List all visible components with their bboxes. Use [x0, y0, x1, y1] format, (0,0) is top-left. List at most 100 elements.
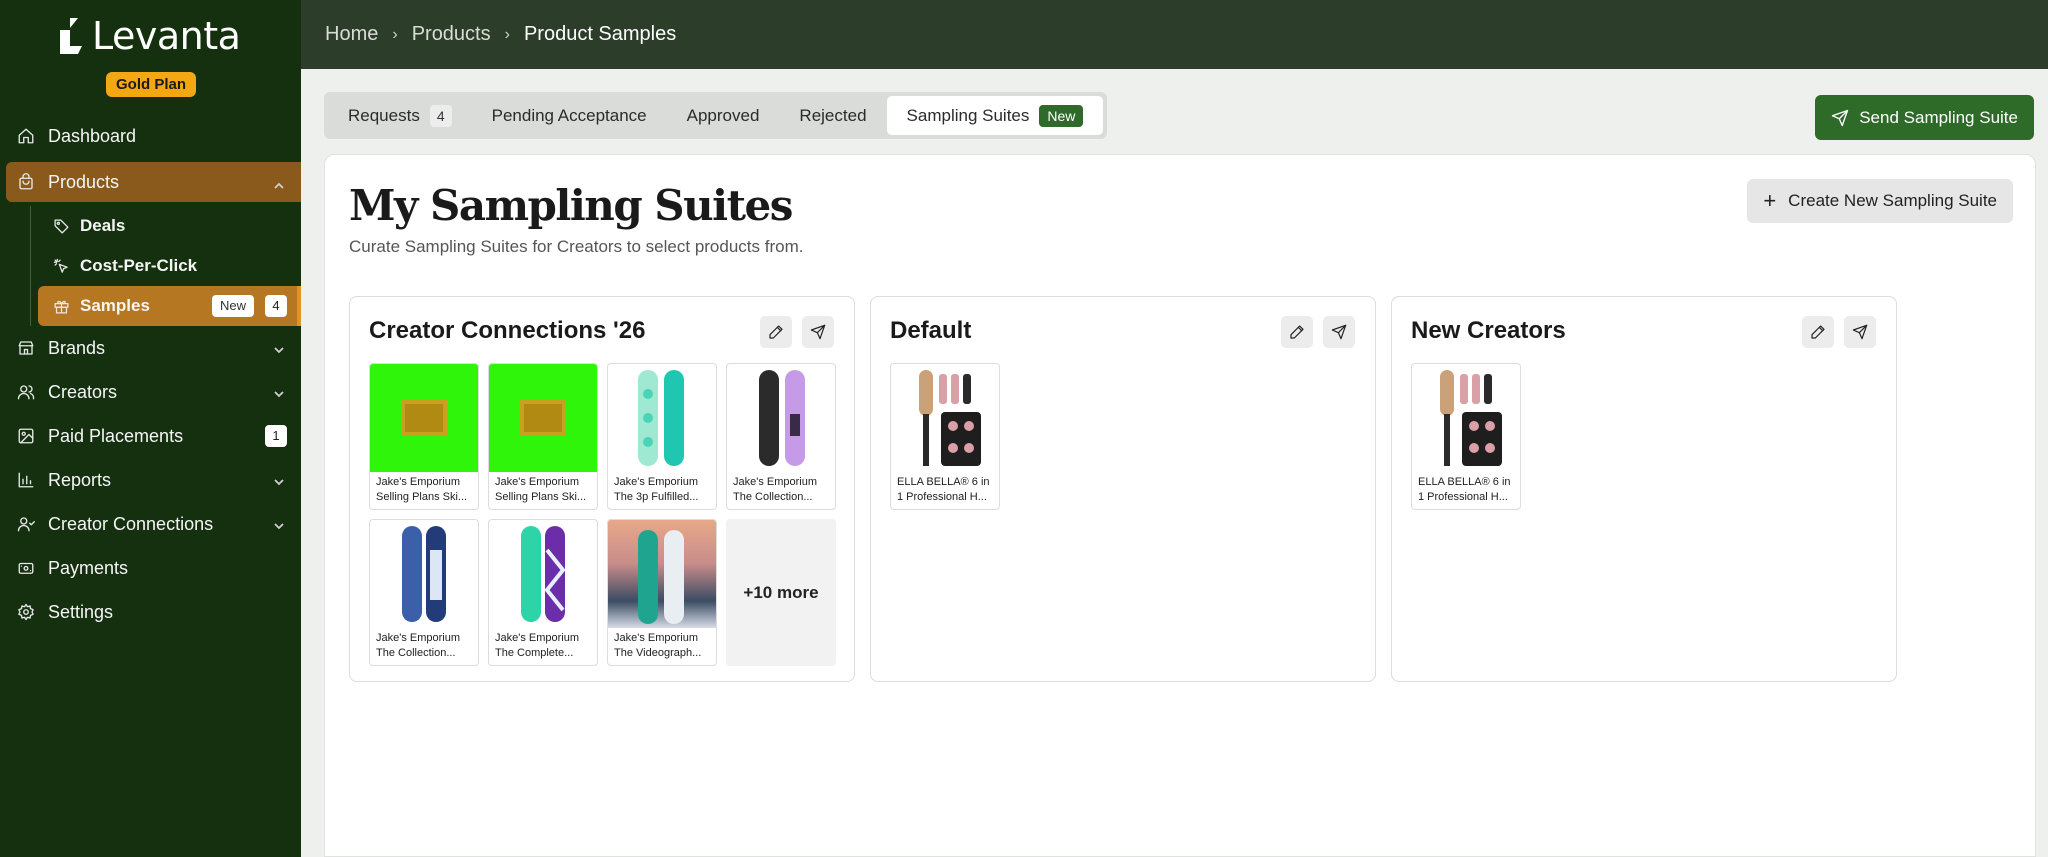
tab-sampling-suites[interactable]: Sampling Suites New	[886, 96, 1104, 135]
suite-card[interactable]: Default ELLA BELLA® 6 in 1 Professional H…	[870, 296, 1376, 682]
chevron-down-icon	[273, 384, 287, 398]
sidebar-item-samples[interactable]: Samples New 4	[38, 286, 301, 326]
button-label: Create New Sampling Suite	[1788, 191, 1997, 210]
product-image	[608, 520, 716, 628]
cursor-click-icon	[52, 257, 70, 275]
brand-logo[interactable]: Levanta	[56, 14, 241, 58]
product-card[interactable]: Jake's Emporium Selling Plans Ski...	[488, 363, 598, 510]
pencil-icon	[1290, 325, 1304, 339]
send-suite-button[interactable]	[1844, 316, 1876, 348]
breadcrumb-current: Product Samples	[523, 23, 677, 45]
count-badge: 1	[265, 425, 287, 447]
product-name: Jake's Emporium The 3p Fulfilled...	[614, 476, 699, 503]
hair-tool-set-icon	[919, 370, 981, 466]
gold-bar-icon	[520, 400, 566, 436]
snowboard-icon	[759, 370, 805, 466]
new-badge: New	[1039, 104, 1084, 127]
chevron-down-icon	[273, 516, 287, 530]
sidebar-item-deals[interactable]: Deals	[30, 206, 301, 246]
sidebar-item-cost-per-click[interactable]: Cost-Per-Click	[30, 246, 301, 286]
edit-suite-button[interactable]	[760, 316, 792, 348]
tab-label: Requests	[348, 105, 420, 125]
create-new-sampling-suite-button[interactable]: + Create New Sampling Suite	[1747, 179, 2013, 223]
sidebar-item-label: Samples	[80, 296, 150, 315]
wallet-icon	[16, 558, 36, 578]
suite-products: Jake's Emporium Selling Plans Ski... Jake…	[369, 363, 836, 666]
product-card[interactable]: Jake's Emporium The Videograph...	[607, 519, 717, 666]
sidebar-item-payments[interactable]: Payments	[0, 546, 301, 590]
send-icon	[1331, 324, 1347, 340]
product-card[interactable]: Jake's Emporium The Collection...	[726, 363, 836, 510]
sidebar-item-reports[interactable]: Reports	[0, 458, 301, 502]
tab-label: Approved	[686, 105, 760, 125]
product-name: ELLA BELLA® 6 in 1 Professional H...	[897, 476, 990, 503]
product-card[interactable]: Jake's Emporium The 3p Fulfilled...	[607, 363, 717, 510]
bar-chart-icon	[16, 470, 36, 490]
product-name: Jake's Emporium Selling Plans Ski...	[495, 476, 587, 503]
sidebar-item-label: Payments	[48, 557, 129, 578]
sidebar-item-label: Settings	[48, 601, 114, 622]
sidebar-item-creators[interactable]: Creators	[0, 370, 301, 414]
product-card[interactable]: Jake's Emporium The Complete...	[488, 519, 598, 666]
suite-title: Creator Connections '26	[369, 317, 646, 344]
snowboard-icon	[638, 530, 684, 624]
sidebar-item-dashboard[interactable]: Dashboard	[0, 114, 301, 158]
breadcrumb-products[interactable]: Products	[412, 23, 491, 46]
breadcrumb-home[interactable]: Home	[325, 23, 378, 46]
product-name: Jake's Emporium The Complete...	[495, 632, 580, 659]
product-name: ELLA BELLA® 6 in 1 Professional H...	[1418, 476, 1511, 503]
sidebar-item-products[interactable]: Products	[6, 162, 301, 202]
send-suite-button[interactable]	[802, 316, 834, 348]
breadcrumb-separator: ›	[392, 25, 398, 43]
tab-label: Sampling Suites	[906, 105, 1030, 125]
suite-card[interactable]: Creator Connections '26 Jake's Emporium S…	[349, 296, 855, 682]
pencil-icon	[1811, 325, 1825, 339]
plus-icon: +	[1763, 188, 1777, 213]
suite-products: ELLA BELLA® 6 in 1 Professional H...	[1411, 363, 1878, 510]
snowboard-icon	[638, 370, 684, 466]
edit-suite-button[interactable]	[1802, 316, 1834, 348]
product-card[interactable]: Jake's Emporium Selling Plans Ski...	[369, 363, 479, 510]
tab-pending-acceptance[interactable]: Pending Acceptance	[472, 96, 667, 135]
chevron-up-icon	[273, 176, 287, 190]
product-card[interactable]: Jake's Emporium The Collection...	[369, 519, 479, 666]
home-icon	[16, 126, 36, 146]
product-image	[891, 364, 999, 472]
page-title: My Sampling Suites	[349, 181, 793, 230]
sidebar-item-label: Brands	[48, 337, 106, 358]
send-suite-button[interactable]	[1323, 316, 1355, 348]
product-card[interactable]: ELLA BELLA® 6 in 1 Professional H...	[890, 363, 1000, 510]
more-products-button[interactable]: +10 more	[726, 519, 836, 666]
product-name: Jake's Emporium The Collection...	[733, 476, 818, 503]
send-sampling-suite-button[interactable]: Send Sampling Suite	[1815, 95, 2034, 140]
chevron-down-icon	[273, 472, 287, 486]
tab-approved[interactable]: Approved	[667, 96, 780, 135]
store-icon	[16, 338, 36, 358]
users-icon	[16, 382, 36, 402]
product-image	[608, 364, 716, 472]
tab-requests[interactable]: Requests 4	[328, 96, 472, 135]
edit-suite-button[interactable]	[1281, 316, 1313, 348]
product-image	[370, 364, 478, 472]
snowboard-icon	[402, 526, 446, 622]
product-image	[727, 364, 835, 472]
sidebar-item-creator-connections[interactable]: Creator Connections	[0, 502, 301, 546]
send-icon	[1832, 109, 1849, 126]
send-icon	[1852, 324, 1868, 340]
sidebar-item-brands[interactable]: Brands	[0, 326, 301, 370]
hair-tool-set-icon	[1440, 370, 1502, 466]
sidebar-item-label: Paid Placements	[48, 425, 184, 446]
suite-card[interactable]: New Creators ELLA BELLA® 6 in 1 Professio…	[1391, 296, 1897, 682]
send-icon	[810, 324, 826, 340]
gear-icon	[16, 602, 36, 622]
sidebar-item-settings[interactable]: Settings	[0, 590, 301, 634]
button-label: Send Sampling Suite	[1859, 107, 2018, 127]
gift-icon	[52, 297, 70, 315]
sampling-suites-panel: My Sampling Suites Curate Sampling Suite…	[324, 154, 2036, 857]
product-card[interactable]: ELLA BELLA® 6 in 1 Professional H...	[1411, 363, 1521, 510]
count-badge: 4	[429, 104, 452, 127]
tab-label: Rejected	[799, 105, 867, 125]
chevron-down-icon	[273, 340, 287, 354]
tab-rejected[interactable]: Rejected	[779, 96, 886, 135]
sidebar-item-paid-placements[interactable]: Paid Placements 1	[0, 414, 301, 458]
